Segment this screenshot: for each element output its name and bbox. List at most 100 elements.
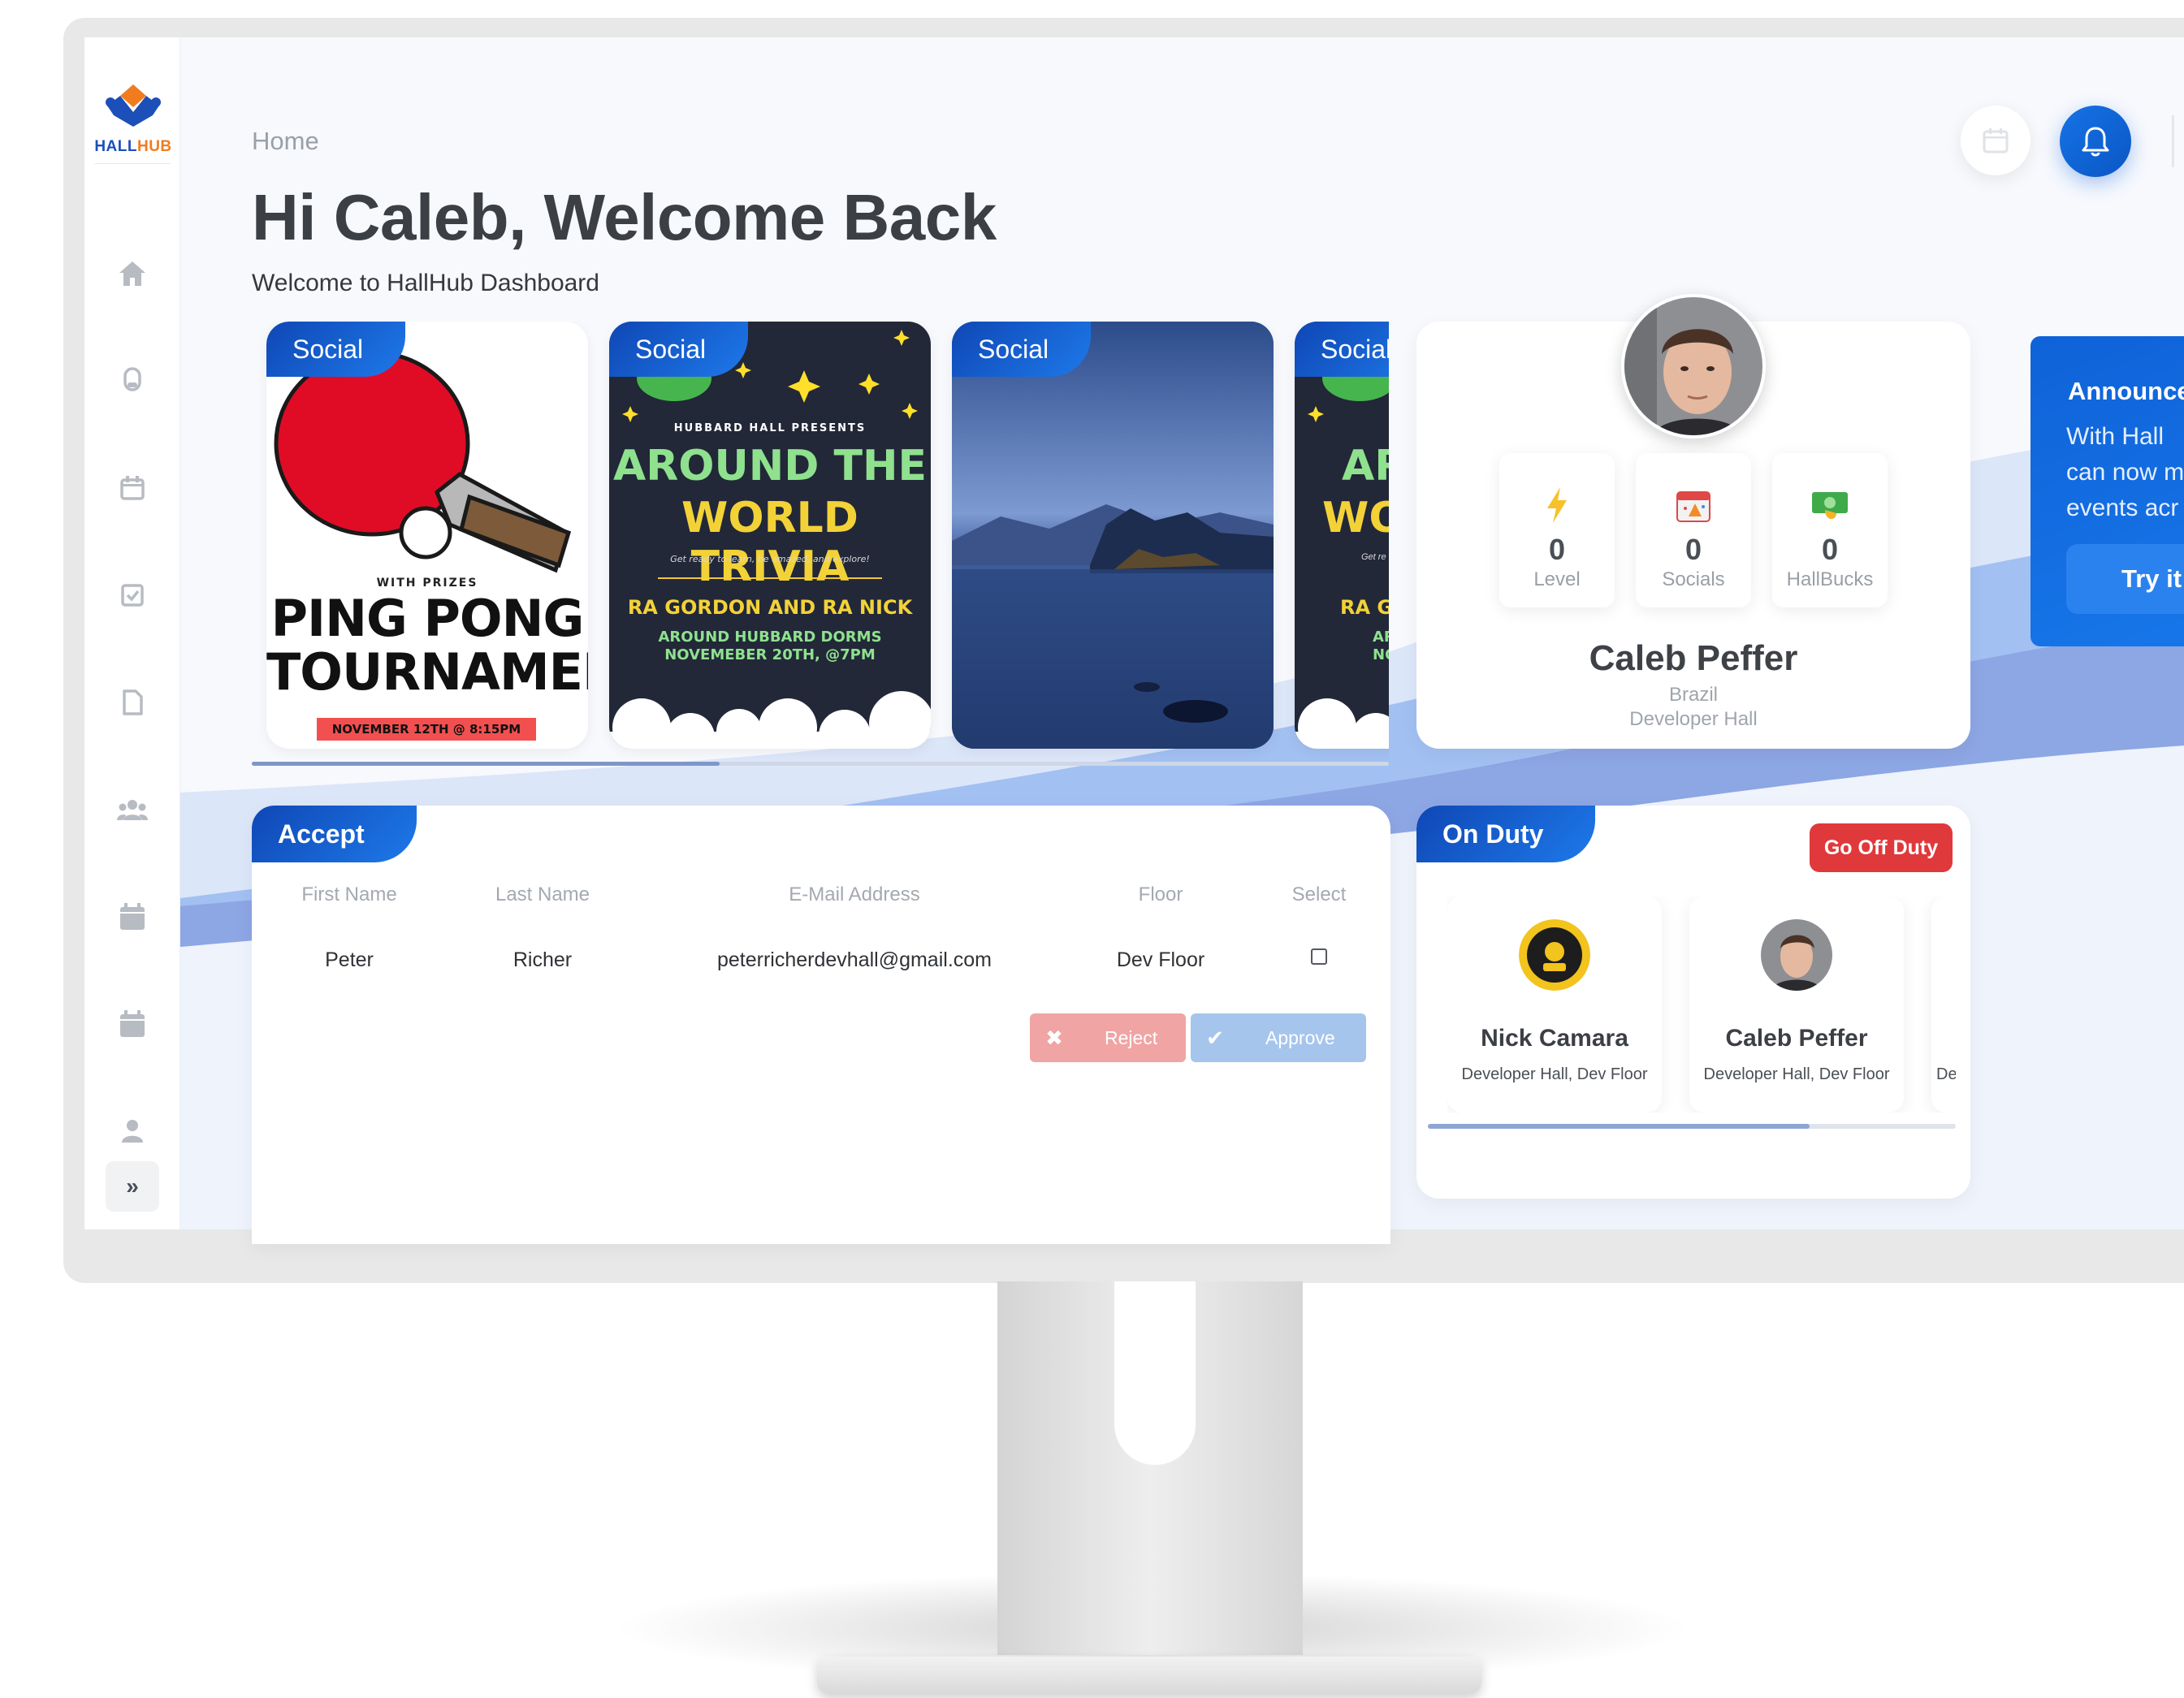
sidebar-expand-button[interactable]: »: [106, 1161, 159, 1212]
notifications-button[interactable]: [2060, 106, 2131, 177]
go-off-duty-button[interactable]: Go Off Duty: [1810, 823, 1953, 872]
event-title-line2: WO: [1322, 494, 1389, 542]
stat-label: Level: [1533, 568, 1581, 590]
avatar-photo: [1761, 919, 1832, 991]
sidebar-item-events[interactable]: [115, 471, 149, 505]
hallhub-logo[interactable]: HALLHUB: [91, 70, 175, 159]
approve-button[interactable]: ✔ Approve: [1191, 1013, 1366, 1062]
event-tagline: Get re: [1361, 552, 1386, 562]
events-scrollbar[interactable]: [252, 762, 1389, 766]
sidebar: HALLHUB »: [84, 37, 180, 1229]
column-header-last-name[interactable]: Last Name: [478, 884, 608, 906]
stat-value: 0: [1684, 533, 1702, 566]
duty-card-nick[interactable]: Nick Camara Developer Hall, Dev Floor: [1447, 897, 1662, 1113]
duty-sub: De: [1936, 1065, 1956, 1083]
event-title-line1: AR: [1342, 442, 1389, 490]
sidebar-divider: [94, 163, 171, 164]
bell-icon: [2082, 127, 2109, 157]
profile-hall: Developer Hall: [1629, 708, 1758, 730]
x-icon: ✖: [1045, 1025, 1063, 1050]
announcement-line: events acr: [2066, 495, 2179, 521]
duty-sub: Developer Hall, Dev Floor: [1461, 1065, 1648, 1083]
events-carousel[interactable]: Social WITH PRIZES PING PONG TOURNAMENT …: [252, 322, 1389, 760]
duty-card-partial[interactable]: De: [1931, 897, 1956, 1113]
sidebar-item-profile[interactable]: [115, 1114, 149, 1148]
announcement-text: With Hall can now m events acr: [2066, 419, 2184, 526]
event-tag: Social: [266, 322, 406, 377]
calendar-icon: [120, 903, 145, 930]
monitor-foot: [817, 1657, 1481, 1694]
user-icon: [122, 1120, 143, 1143]
column-header-floor[interactable]: Floor: [1100, 884, 1222, 906]
duty-card-caleb[interactable]: Caleb Peffer Developer Hall, Dev Floor: [1689, 897, 1904, 1113]
event-card-trivia-2[interactable]: Social AR WO Get re RA G AR NO: [1295, 322, 1389, 749]
stat-value: 0: [1548, 533, 1566, 566]
cell-floor: Dev Floor: [1116, 948, 1205, 971]
event-when: NO: [1373, 646, 1389, 663]
money-icon: [1812, 492, 1848, 520]
event-title-line2: TOURNAMENT: [266, 642, 588, 702]
column-header-first-name[interactable]: First Name: [284, 884, 414, 906]
monitor-neck-slot: [1114, 1281, 1196, 1465]
event-card-ping-pong[interactable]: Social WITH PRIZES PING PONG TOURNAMENT …: [266, 322, 588, 749]
column-header-select[interactable]: Select: [1270, 884, 1368, 906]
duty-avatar: [1761, 919, 1832, 991]
document-icon: [123, 689, 143, 715]
group-icon: [117, 800, 148, 820]
event-title-line2: WORLD TRIVIA: [681, 494, 858, 591]
cell-first-name: Peter: [325, 948, 374, 971]
on-duty-carousel[interactable]: Nick Camara Developer Hall, Dev Floor Ca…: [1447, 897, 1956, 1113]
profile-avatar[interactable]: [1621, 294, 1766, 439]
on-duty-title: On Duty: [1416, 806, 1596, 862]
sidebar-item-residents[interactable]: [115, 793, 149, 827]
column-header-email[interactable]: E-Mail Address: [757, 884, 952, 906]
avatar-logo-icon: [1519, 919, 1590, 991]
event-title-line1: AROUND THE: [612, 442, 927, 490]
on-duty-scrollbar[interactable]: [1428, 1124, 1956, 1129]
event-pre: WITH PRIZES: [376, 577, 478, 590]
sidebar-item-calendar[interactable]: [115, 900, 149, 934]
logo-text: HALLHUB: [94, 138, 172, 155]
lightning-icon: [1547, 487, 1567, 523]
cell-email: peterricherdevhall@gmail.com: [716, 948, 992, 971]
on-duty-scroll-thumb[interactable]: [1428, 1124, 1810, 1129]
event-card-photo[interactable]: Social: [952, 322, 1274, 749]
stat-label: Socials: [1662, 568, 1725, 590]
event-card-trivia[interactable]: Social HUBBARD HALL PRESENTS AROUND THE …: [609, 322, 931, 749]
sidebar-item-mic[interactable]: [115, 364, 149, 398]
page-title: Hi Caleb, Welcome Back: [252, 181, 997, 253]
events-scroll-thumb[interactable]: [252, 762, 720, 766]
announcement-title: Announce: [2068, 377, 2184, 405]
stat-value: 0: [1821, 533, 1839, 566]
profile-name: Caleb Peffer: [1589, 638, 1798, 678]
sidebar-item-schedule[interactable]: [115, 1007, 149, 1041]
calendar-event-icon: [120, 476, 145, 500]
stat-label: HallBucks: [1786, 568, 1874, 590]
page-subtitle: Welcome to HallHub Dashboard: [252, 270, 599, 296]
sidebar-item-documents[interactable]: [115, 685, 149, 719]
profile-country: Brazil: [1668, 684, 1718, 706]
breadcrumb[interactable]: Home: [252, 127, 319, 156]
check-icon: ✔: [1206, 1025, 1224, 1050]
approve-label: Approve: [1265, 1026, 1335, 1048]
announcement-line: can now m: [2066, 459, 2184, 486]
avatar-photo: [1624, 297, 1762, 435]
select-checkbox[interactable]: [1311, 948, 1327, 965]
stat-level: 0 Level: [1499, 453, 1615, 607]
header-separator: [2172, 115, 2174, 167]
calendar-alt-icon: [120, 1010, 145, 1037]
try-it-button[interactable]: Try it: [2066, 544, 2184, 614]
reject-button[interactable]: ✖ Reject: [1030, 1013, 1186, 1062]
sidebar-item-home[interactable]: [115, 257, 149, 291]
event-title-line1: PING PONG: [270, 589, 585, 648]
stat-hallbucks: 0 HallBucks: [1772, 453, 1888, 607]
calendar-button[interactable]: [1961, 106, 2030, 175]
reject-label: Reject: [1105, 1026, 1158, 1048]
lake-photo: [952, 322, 1274, 749]
event-where: AROUND HUBBARD DORMS: [658, 629, 882, 646]
sidebar-item-tasks[interactable]: [115, 578, 149, 612]
logo-mark-icon: [106, 84, 161, 127]
stage: HALLHUB » Home Hi Caleb, Welcome Back We…: [0, 0, 2184, 1698]
event-pre: HUBBARD HALL PRESENTS: [673, 422, 867, 434]
checklist-icon: [121, 584, 144, 607]
